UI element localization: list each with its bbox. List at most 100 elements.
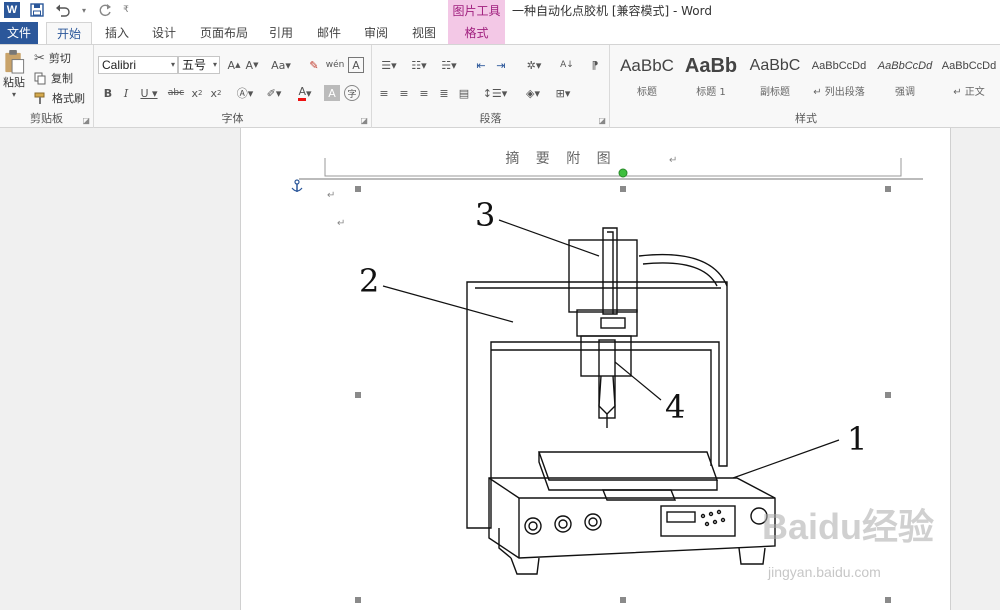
increase-indent-icon[interactable]: ⇥ (492, 57, 510, 73)
chevron-down-icon: ▾ (212, 60, 217, 69)
enclose-characters-icon[interactable]: 字 (344, 85, 360, 101)
character-border-icon[interactable]: A (348, 57, 364, 73)
sort-icon[interactable]: A↓ (558, 57, 576, 73)
align-center-icon[interactable]: ≡ (396, 85, 412, 101)
paragraph-mark-icon: ↵ (669, 155, 677, 166)
borders-icon[interactable]: ⊞▾ (550, 85, 576, 101)
watermark-url: jingyan.baidu.com (768, 564, 881, 580)
shrink-font-icon[interactable]: A ▼ (244, 57, 260, 73)
tab-file[interactable]: 文件 (0, 22, 38, 44)
style-sample: AaBbC (749, 57, 801, 74)
clear-format-icon[interactable]: ✎ (306, 57, 322, 73)
superscript-icon[interactable]: x2 (208, 85, 224, 101)
style-heading-1[interactable]: AaBb 标题 1 (680, 53, 742, 98)
highlight-color-icon[interactable]: ✐▾ (262, 85, 286, 101)
style-name: ↵ 列出段落 (813, 87, 865, 98)
distributed-icon[interactable]: ▤ (456, 85, 472, 101)
grow-font-icon[interactable]: A ▲ (226, 57, 242, 73)
paragraph-mark-icon: ↵ (337, 218, 345, 229)
underline-icon[interactable]: U ▾ (138, 85, 160, 101)
text-effects-icon[interactable]: Ⓐ▾ (232, 85, 258, 101)
clipboard-launcher-icon[interactable]: ◪ (82, 116, 90, 125)
ribbon: 粘贴 ▾ ✂ 剪切 复制 格式刷 剪贴板 ◪ Calibri ▾ 五号 ▾ A ▲… (0, 44, 1000, 128)
style-emphasis[interactable]: AaBbCcDd 强调 (874, 53, 936, 98)
style-name: ↵ 正文 (953, 87, 985, 98)
character-shading-icon[interactable]: A (324, 85, 340, 101)
font-name-combo[interactable]: Calibri ▾ (98, 56, 178, 74)
styles-group: AaBbC 标题 AaBb 标题 1 AaBbC 副标题 AaBbCcDd ↵ … (612, 45, 1000, 128)
chinese-layout-icon[interactable]: ✲▾ (520, 57, 548, 73)
redo-icon[interactable] (96, 2, 114, 18)
ribbon-tabs: 文件 开始 插入 设计 页面布局 引用 邮件 审阅 视图 格式 (0, 22, 1000, 44)
save-icon[interactable] (28, 2, 46, 18)
line-spacing-icon[interactable]: ↕☰▾ (482, 85, 508, 101)
undo-icon[interactable] (54, 2, 72, 18)
undo-dropdown-icon[interactable]: ▾ (80, 2, 88, 18)
style-title[interactable]: AaBbC 标题 (616, 53, 678, 98)
tab-page-layout[interactable]: 页面布局 (195, 22, 253, 44)
clipboard-icon (5, 49, 25, 74)
copy-label: 复制 (51, 72, 73, 85)
callout-1: 1 (847, 420, 867, 458)
callout-2: 2 (359, 262, 379, 300)
tab-view[interactable]: 视图 (405, 22, 443, 44)
align-right-icon[interactable]: ≡ (416, 85, 432, 101)
format-painter-button[interactable]: 格式刷 (34, 90, 85, 106)
styles-group-label: 样式 (795, 112, 817, 125)
bold-icon[interactable]: B (100, 85, 116, 101)
decrease-indent-icon[interactable]: ⇤ (472, 57, 490, 73)
style-sample: AaBb (684, 55, 738, 77)
italic-icon[interactable]: I (118, 85, 134, 101)
numbering-icon[interactable]: ☷▾ (406, 57, 432, 73)
tab-mailings[interactable]: 邮件 (310, 22, 348, 44)
dispensing-machine-figure (466, 227, 776, 575)
shading-icon[interactable]: ◈▾ (520, 85, 546, 101)
font-group: Calibri ▾ 五号 ▾ A ▲ A ▼ Aa▾ ✎ wén A B I U ▾… (94, 45, 372, 128)
quick-access-toolbar: W ▾ ₹ (4, 2, 130, 18)
style-sample: AaBbCcDd (941, 60, 997, 72)
cut-label: 剪切 (48, 52, 71, 65)
subscript-icon[interactable]: x2 (189, 85, 205, 101)
format-painter-label: 格式刷 (52, 92, 85, 105)
font-launcher-icon[interactable]: ◪ (360, 116, 368, 125)
font-name-value: Calibri (102, 58, 137, 72)
font-color-icon[interactable]: A ▾ (292, 85, 318, 101)
format-painter-icon (34, 92, 45, 104)
tab-format[interactable]: 格式 (448, 22, 505, 44)
bullets-icon[interactable]: ☰▾ (376, 57, 402, 73)
tab-home[interactable]: 开始 (46, 22, 92, 44)
phonetic-guide-icon[interactable]: wén (326, 57, 345, 73)
style-list-paragraph[interactable]: AaBbCcDd ↵ 列出段落 (808, 53, 870, 98)
tab-design[interactable]: 设计 (145, 22, 183, 44)
document-title: 一种自动化点胶机 [兼容模式] - Word (512, 4, 712, 18)
tab-insert[interactable]: 插入 (98, 22, 136, 44)
copy-icon (34, 72, 46, 84)
paragraph-launcher-icon[interactable]: ◪ (598, 116, 606, 125)
picture-tools-context-label: 图片工具 (448, 0, 505, 22)
align-left-icon[interactable]: ≡ (376, 85, 392, 101)
style-sample: AaBbC (620, 56, 674, 75)
cut-button[interactable]: ✂ 剪切 (34, 50, 71, 66)
show-marks-icon[interactable]: ⁋ (586, 57, 604, 73)
tab-references[interactable]: 引用 (262, 22, 300, 44)
tab-review[interactable]: 审阅 (357, 22, 395, 44)
multilevel-list-icon[interactable]: ☵▾ (436, 57, 462, 73)
word-logo-icon: W (4, 2, 20, 18)
callout-3: 3 (475, 196, 495, 234)
style-subtitle[interactable]: AaBbC 副标题 (744, 53, 806, 98)
style-name: 标题 (637, 87, 657, 98)
title-bar: W ▾ ₹ 图片工具 一种自动化点胶机 [兼容模式] - Word (0, 0, 1000, 22)
style-normal[interactable]: AaBbCcDd ↵ 正文 (938, 53, 1000, 98)
watermark-brand: Baidu经验 (762, 506, 935, 547)
style-name: 强调 (895, 87, 915, 98)
justify-icon[interactable]: ≣ (436, 85, 452, 101)
anchor-icon[interactable] (291, 179, 303, 192)
paste-label: 粘贴 (3, 76, 25, 89)
font-size-combo[interactable]: 五号 ▾ (178, 56, 220, 74)
copy-button[interactable]: 复制 (34, 70, 73, 86)
customize-toolbar-icon[interactable]: ₹ (122, 2, 130, 18)
strikethrough-icon[interactable]: abc (166, 85, 186, 101)
change-case-icon[interactable]: Aa▾ (268, 57, 294, 73)
paste-button[interactable]: 粘贴 ▾ (2, 49, 26, 99)
rotate-handle[interactable] (618, 168, 628, 178)
